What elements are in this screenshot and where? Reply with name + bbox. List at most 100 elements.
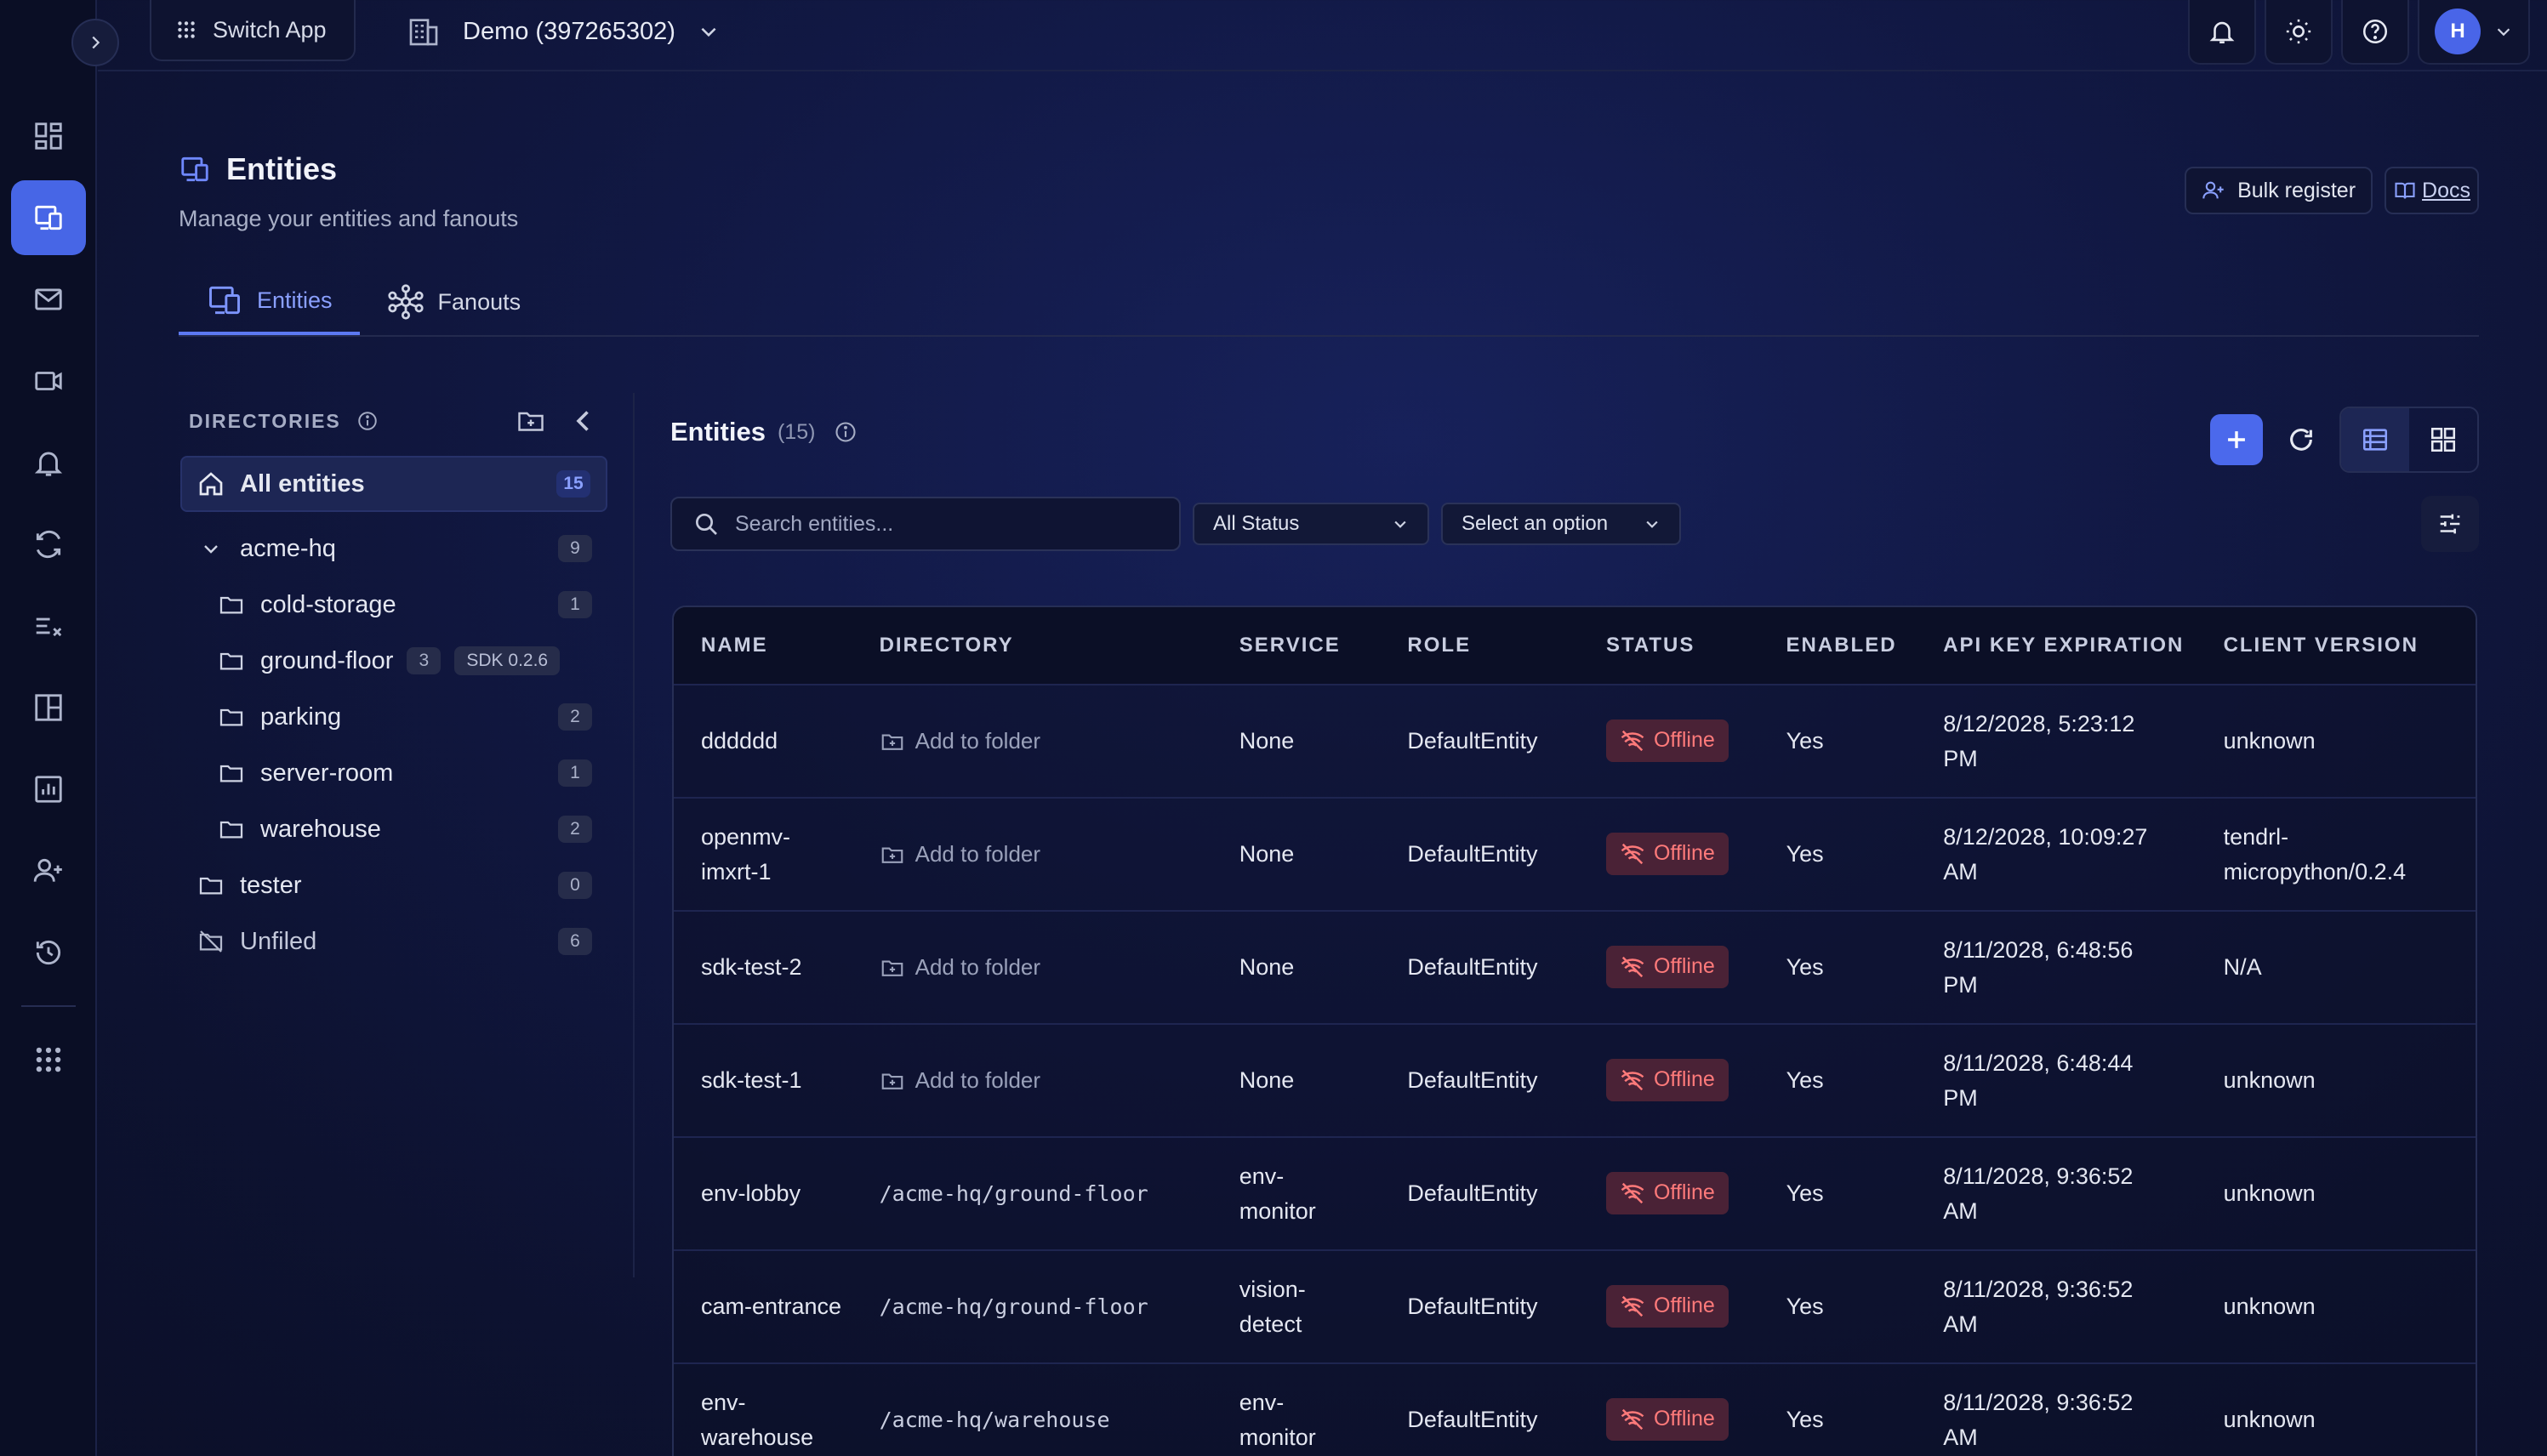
add-to-folder-button[interactable]: Add to folder bbox=[880, 1063, 1222, 1098]
nav-messages[interactable] bbox=[0, 259, 97, 340]
chevron-left-icon[interactable] bbox=[568, 406, 599, 436]
column-settings-button[interactable] bbox=[2421, 496, 2479, 552]
dir-all-entities[interactable]: All entities 15 bbox=[180, 456, 607, 512]
page-header: Entities Manage your entities and fanout… bbox=[179, 151, 518, 232]
cell-enabled: Yes bbox=[1786, 1402, 1944, 1437]
dir-parking-count: 2 bbox=[558, 703, 592, 731]
cell-line: None bbox=[1239, 954, 1295, 980]
cell-api-key-expiration: 8/12/2028, 10:09:27 AM bbox=[1943, 820, 2223, 890]
info-icon[interactable] bbox=[834, 420, 858, 444]
table-row[interactable]: sdk-test-1 Add to folder None DefaultEntity… bbox=[674, 1025, 2476, 1138]
dir-tester[interactable]: tester 0 bbox=[180, 857, 607, 913]
cell-line: unknown bbox=[2223, 728, 2316, 754]
cell-status: Offline bbox=[1605, 1171, 1786, 1216]
dir-warehouse[interactable]: warehouse 2 bbox=[180, 801, 607, 857]
apps-grid-icon bbox=[36, 1047, 61, 1072]
docs-link[interactable]: Docs bbox=[2385, 167, 2479, 214]
cell-name: openmv-imxrt-1 bbox=[674, 820, 880, 890]
nav-apps[interactable] bbox=[0, 1019, 97, 1101]
table-view-button[interactable] bbox=[2341, 408, 2409, 471]
sidebar-expand-button[interactable] bbox=[71, 19, 119, 66]
cell-name: sdk-test-2 bbox=[674, 950, 880, 985]
cell-enabled: Yes bbox=[1786, 950, 1944, 985]
nav-video[interactable] bbox=[0, 340, 97, 422]
table-row[interactable]: dddddd Add to folder None DefaultEntity Offl… bbox=[674, 685, 2476, 799]
dir-all-count: 15 bbox=[556, 470, 590, 498]
nav-icon-list bbox=[0, 95, 97, 1101]
dir-parking[interactable]: parking 2 bbox=[180, 689, 607, 745]
dir-acme-hq[interactable]: acme-hq 9 bbox=[180, 520, 607, 577]
org-selector[interactable]: Demo (397265302) bbox=[407, 12, 720, 51]
search-icon bbox=[696, 514, 717, 535]
video-icon bbox=[35, 372, 62, 390]
table-row[interactable]: env-lobby/acme-hq/ground-floor env-monito… bbox=[674, 1138, 2476, 1251]
theme-toggle-button[interactable] bbox=[2265, 0, 2333, 65]
help-button[interactable] bbox=[2341, 0, 2409, 65]
notifications-button[interactable] bbox=[2188, 0, 2256, 65]
table-row[interactable]: env-warehouse/acme-hq/warehouse env-monit… bbox=[674, 1364, 2476, 1456]
cell-line: AM bbox=[1943, 1424, 1978, 1450]
add-to-folder-button[interactable]: Add to folder bbox=[880, 837, 1222, 872]
status-label: Offline bbox=[1653, 1407, 1715, 1430]
cell-role: DefaultEntity bbox=[1407, 1176, 1606, 1211]
status-badge: Offline bbox=[1605, 945, 1729, 988]
col-directory[interactable]: DIRECTORY bbox=[880, 634, 1239, 657]
entities-count: (15) bbox=[777, 419, 816, 444]
dir-cold-storage[interactable]: cold-storage 1 bbox=[180, 577, 607, 633]
dir-unfiled[interactable]: Unfiled 6 bbox=[180, 913, 607, 970]
status-filter-select[interactable]: All Status bbox=[1193, 503, 1429, 545]
cell-status: Offline bbox=[1605, 1397, 1786, 1442]
cell-line: Yes bbox=[1786, 728, 1824, 754]
option-filter-select[interactable]: Select an option bbox=[1441, 503, 1681, 545]
nav-users[interactable] bbox=[0, 830, 97, 912]
table-row[interactable]: openmv-imxrt-1 Add to folder None DefaultEn… bbox=[674, 799, 2476, 912]
cell-service: None bbox=[1239, 837, 1408, 872]
dir-ground-floor[interactable]: ground-floor 3 SDK 0.2.6 bbox=[180, 633, 607, 689]
wifi-off-icon bbox=[1621, 1295, 1644, 1317]
col-service[interactable]: SERVICE bbox=[1239, 634, 1408, 657]
add-to-folder-button[interactable]: Add to folder bbox=[880, 950, 1222, 985]
cell-directory: /acme-hq/warehouse bbox=[880, 1402, 1239, 1437]
col-enabled[interactable]: ENABLED bbox=[1786, 634, 1944, 657]
cell-directory: Add to folder bbox=[880, 837, 1239, 872]
search-input[interactable]: Search entities... bbox=[670, 497, 1181, 551]
nav-history[interactable] bbox=[0, 912, 97, 993]
add-to-folder-button[interactable]: Add to folder bbox=[880, 724, 1222, 759]
grid-view-button[interactable] bbox=[2409, 408, 2477, 471]
cell-api-key-expiration: 8/11/2028, 9:36:52 AM bbox=[1943, 1385, 2223, 1455]
new-folder-icon[interactable] bbox=[516, 406, 546, 436]
nav-layout[interactable] bbox=[0, 667, 97, 748]
dir-tester-label: tester bbox=[240, 871, 302, 899]
col-name[interactable]: NAME bbox=[674, 634, 880, 657]
switch-app-button[interactable]: Switch App bbox=[150, 0, 356, 61]
cell-line: cam-entrance bbox=[701, 1294, 842, 1319]
refresh-button[interactable] bbox=[2275, 414, 2328, 465]
chevron-down-icon bbox=[701, 27, 716, 37]
table-row[interactable]: cam-entrance/acme-hq/ground-floor vision-… bbox=[674, 1251, 2476, 1364]
add-entity-button[interactable] bbox=[2210, 414, 2263, 465]
page-title-text: Entities bbox=[226, 151, 338, 186]
chevron-down-icon[interactable] bbox=[201, 538, 221, 559]
col-status[interactable]: STATUS bbox=[1606, 634, 1786, 657]
col-role[interactable]: ROLE bbox=[1407, 634, 1606, 657]
tab-fanouts[interactable]: Fanouts bbox=[360, 269, 549, 335]
col-client-version[interactable]: CLIENT VERSION bbox=[2224, 634, 2476, 657]
user-menu-button[interactable]: H bbox=[2418, 0, 2530, 65]
tab-entities[interactable]: Entities bbox=[179, 269, 360, 335]
info-icon[interactable] bbox=[356, 410, 379, 432]
col-api-key-expiration[interactable]: API KEY EXPIRATION bbox=[1943, 634, 2223, 657]
cell-role: DefaultEntity bbox=[1407, 837, 1606, 872]
status-badge: Offline bbox=[1605, 1397, 1729, 1441]
table-row[interactable]: sdk-test-2 Add to folder None DefaultEntity… bbox=[674, 912, 2476, 1025]
nav-sync[interactable] bbox=[0, 503, 97, 585]
nav-reports[interactable] bbox=[0, 748, 97, 830]
nav-rules[interactable] bbox=[0, 585, 97, 667]
bulk-register-button[interactable]: Bulk register bbox=[2185, 167, 2373, 214]
nav-dashboard[interactable] bbox=[0, 95, 97, 177]
dir-server-room[interactable]: server-room 1 bbox=[180, 745, 607, 801]
dir-acme-hq-label: acme-hq bbox=[240, 534, 336, 562]
cell-enabled: Yes bbox=[1786, 1063, 1944, 1098]
cell-role: DefaultEntity bbox=[1407, 950, 1606, 985]
nav-entities[interactable] bbox=[0, 177, 97, 259]
nav-alerts[interactable] bbox=[0, 422, 97, 503]
